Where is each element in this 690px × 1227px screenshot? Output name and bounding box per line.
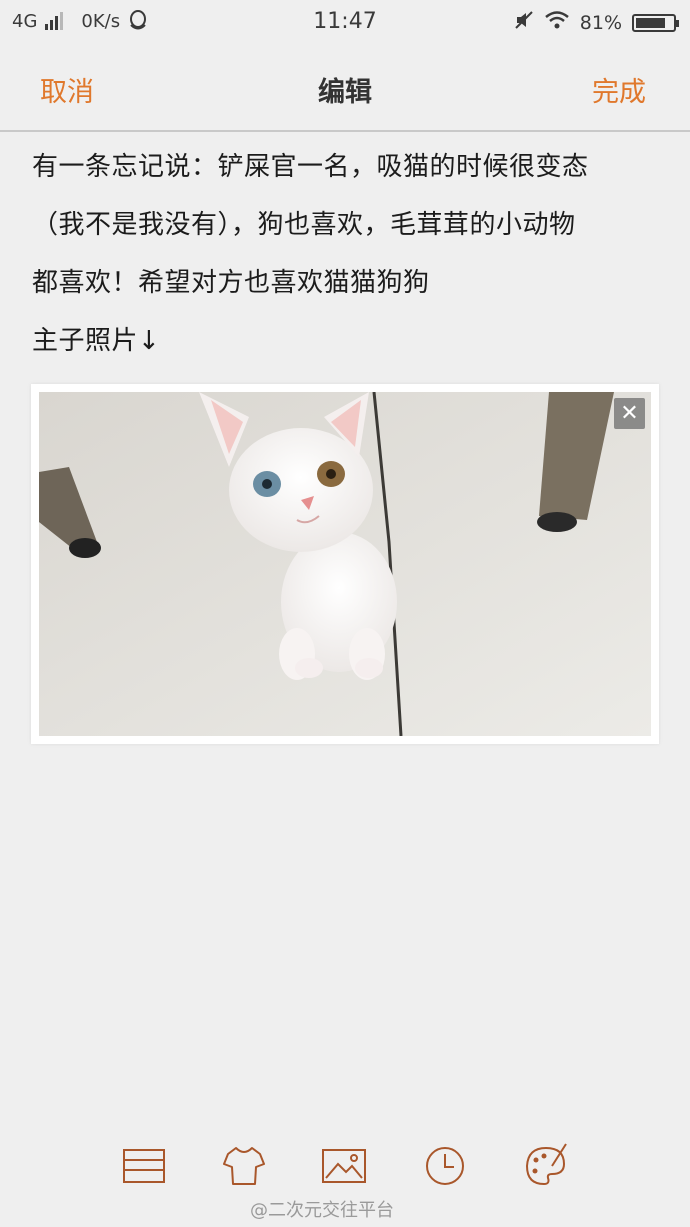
note-line: 主子照片↓ — [32, 326, 161, 356]
battery-icon — [632, 13, 679, 32]
note-line: 都喜欢！希望对方也喜欢猫猫狗狗 — [32, 268, 430, 298]
mute-icon — [514, 10, 534, 35]
bottom-toolbar — [0, 1140, 690, 1200]
image-icon[interactable] — [320, 1140, 368, 1188]
note-editor[interactable]: 有一条忘记说：铲屎官一名，吸猫的时候很变态 （我不是我没有），狗也喜欢，毛茸茸的… — [32, 138, 672, 370]
weibo-watermark: @二次元交往平台 — [250, 1200, 394, 1221]
title-bar: 取消 编辑 完成 — [0, 46, 690, 132]
wifi-icon — [544, 10, 570, 35]
remove-photo-button[interactable]: ✕ — [614, 398, 645, 429]
palette-icon[interactable] — [522, 1140, 570, 1188]
status-right: 81% — [514, 10, 679, 35]
page-title: 编辑 — [318, 77, 372, 108]
shirt-icon[interactable] — [220, 1140, 268, 1188]
status-bar: 4G 0K/s 11:47 81% — [0, 0, 690, 46]
note-line: 有一条忘记说：铲屎官一名，吸猫的时候很变态 — [32, 152, 589, 182]
clock-icon[interactable] — [421, 1140, 469, 1188]
done-button[interactable]: 完成 — [592, 70, 646, 109]
list-icon[interactable] — [120, 1140, 168, 1188]
battery-percent: 81% — [579, 11, 622, 34]
note-line: （我不是我没有），狗也喜欢，毛茸茸的小动物 — [32, 210, 576, 240]
photo-attachment[interactable]: ✕ — [31, 384, 659, 744]
kitten-photo — [39, 392, 651, 736]
